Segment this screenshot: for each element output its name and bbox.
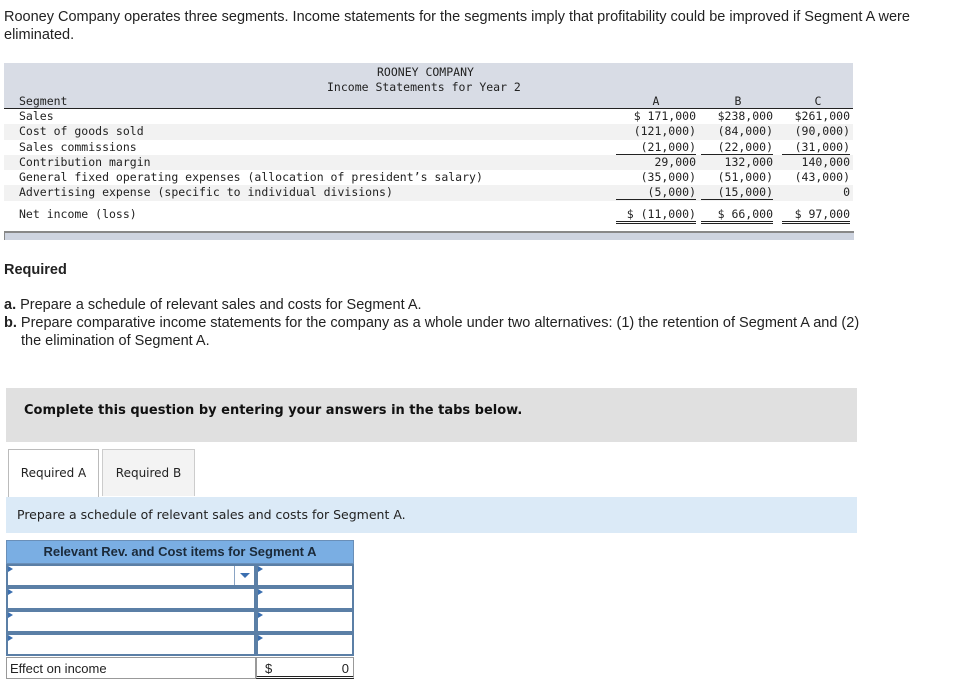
row-label: Sales commissions bbox=[19, 139, 137, 154]
row-sales: Sales $ 171,000 $238,000 $261,000 bbox=[4, 109, 853, 124]
amount-input[interactable] bbox=[256, 610, 354, 633]
value-b: $238,000 bbox=[717, 109, 773, 123]
value-a: (121,000) bbox=[633, 124, 696, 139]
amount-input[interactable] bbox=[256, 564, 354, 587]
required-list: a. Prepare a schedule of relevant sales … bbox=[4, 296, 949, 350]
row-label: Cost of goods sold bbox=[19, 124, 144, 139]
schedule-row bbox=[6, 564, 354, 587]
relevant-items-schedule: Relevant Rev. and Cost items for Segment… bbox=[6, 540, 354, 681]
value-c: (90,000) bbox=[794, 124, 850, 139]
tab-instruction: Prepare a schedule of relevant sales and… bbox=[6, 497, 857, 533]
column-header-c: C bbox=[814, 94, 822, 108]
instruction-text: Prepare a schedule of relevant sales and… bbox=[17, 507, 406, 522]
column-header-a: A bbox=[652, 94, 660, 108]
currency-symbol: $ bbox=[265, 661, 273, 676]
value-c: (43,000) bbox=[794, 170, 850, 185]
value-b: (15,000) bbox=[701, 185, 773, 201]
required-a: a. Prepare a schedule of relevant sales … bbox=[4, 296, 949, 314]
value-a: $ (11,000) bbox=[616, 207, 696, 224]
input-marker-icon bbox=[8, 589, 13, 595]
required-b-prefix: b. bbox=[4, 315, 17, 331]
row-general-fixed: General fixed operating expenses (alloca… bbox=[4, 170, 853, 185]
value-c: $ 97,000 bbox=[782, 207, 850, 224]
statement-footer bbox=[4, 231, 854, 240]
row-label: Advertising expense (specific to individ… bbox=[19, 185, 393, 200]
schedule-row bbox=[6, 587, 354, 610]
input-marker-icon bbox=[8, 612, 13, 618]
required-heading: Required bbox=[4, 262, 67, 278]
income-statement-table: ROONEY COMPANY Income Statements for Yea… bbox=[4, 63, 853, 224]
value-a: (35,000) bbox=[640, 170, 696, 185]
row-cogs: Cost of goods sold (121,000) (84,000) (9… bbox=[4, 124, 853, 140]
company-name: ROONEY COMPANY bbox=[377, 65, 474, 79]
schedule-header: Relevant Rev. and Cost items for Segment… bbox=[6, 540, 354, 564]
item-select[interactable] bbox=[6, 587, 256, 610]
input-marker-icon bbox=[8, 635, 13, 641]
value-c: $261,000 bbox=[794, 109, 850, 123]
value-c: (31,000) bbox=[782, 140, 850, 155]
chevron-down-icon bbox=[240, 573, 250, 578]
item-select[interactable] bbox=[6, 564, 256, 587]
amount-input[interactable] bbox=[256, 633, 354, 656]
value-a: (5,000) bbox=[616, 185, 696, 201]
banner-text: Complete this question by entering your … bbox=[24, 403, 523, 418]
value-a: 29,000 bbox=[654, 154, 696, 169]
segment-label: Segment bbox=[19, 94, 68, 108]
schedule-row bbox=[6, 610, 354, 633]
row-label: Contribution margin bbox=[19, 154, 151, 169]
value-b: $ 66,000 bbox=[701, 207, 773, 224]
tab-required-a[interactable]: Required A bbox=[8, 449, 99, 497]
value-c: 140,000 bbox=[801, 154, 850, 169]
item-select[interactable] bbox=[6, 633, 256, 656]
row-contribution-margin: Contribution margin 29,000 132,000 140,0… bbox=[4, 154, 853, 171]
value-b: (22,000) bbox=[701, 140, 773, 155]
row-advertising: Advertising expense (specific to individ… bbox=[4, 185, 853, 201]
input-marker-icon bbox=[8, 566, 13, 572]
column-header-b: B bbox=[734, 94, 742, 108]
input-marker-icon bbox=[258, 566, 263, 572]
value-b: (51,000) bbox=[717, 170, 773, 185]
required-b-text-cont: the elimination of Segment A. bbox=[21, 333, 210, 349]
effect-on-income-value: $ 0 bbox=[256, 657, 354, 679]
row-label: Net income (loss) bbox=[19, 206, 137, 221]
row-label: General fixed operating expenses (alloca… bbox=[19, 170, 483, 185]
row-label: Sales bbox=[19, 109, 54, 123]
value-c: 0 bbox=[843, 185, 850, 200]
statement-title: Income Statements for Year 2 bbox=[327, 80, 521, 94]
required-a-prefix: a. bbox=[4, 297, 17, 313]
item-select[interactable] bbox=[6, 610, 256, 633]
tab-required-b[interactable]: Required B bbox=[102, 449, 195, 496]
amount-input[interactable] bbox=[256, 587, 354, 610]
schedule-row bbox=[6, 633, 354, 656]
value-b: (84,000) bbox=[717, 124, 773, 139]
required-b: b. Prepare comparative income statements… bbox=[4, 314, 949, 332]
problem-intro: Rooney Company operates three segments. … bbox=[4, 9, 910, 43]
value-b: 132,000 bbox=[724, 154, 773, 169]
input-marker-icon bbox=[258, 635, 263, 641]
effect-on-income-number: 0 bbox=[341, 661, 349, 676]
row-sales-commissions: Sales commissions (21,000) (22,000) (31,… bbox=[4, 140, 853, 155]
dropdown-button[interactable] bbox=[234, 566, 254, 585]
tab-bar: Required A Required B bbox=[6, 449, 857, 498]
row-net-income: Net income (loss) $ (11,000) $ 66,000 $ … bbox=[4, 204, 853, 224]
instructions-banner: Complete this question by entering your … bbox=[6, 388, 857, 442]
effect-on-income-row: Effect on income $ 0 bbox=[6, 657, 354, 681]
required-a-text: Prepare a schedule of relevant sales and… bbox=[16, 297, 422, 313]
value-a: (21,000) bbox=[616, 140, 696, 155]
required-b-text: Prepare comparative income statements fo… bbox=[16, 315, 860, 331]
effect-on-income-label: Effect on income bbox=[6, 657, 256, 679]
value-a: $ 171,000 bbox=[633, 109, 696, 123]
input-marker-icon bbox=[258, 612, 263, 618]
input-marker-icon bbox=[258, 589, 263, 595]
statement-header: ROONEY COMPANY Income Statements for Yea… bbox=[4, 63, 853, 109]
